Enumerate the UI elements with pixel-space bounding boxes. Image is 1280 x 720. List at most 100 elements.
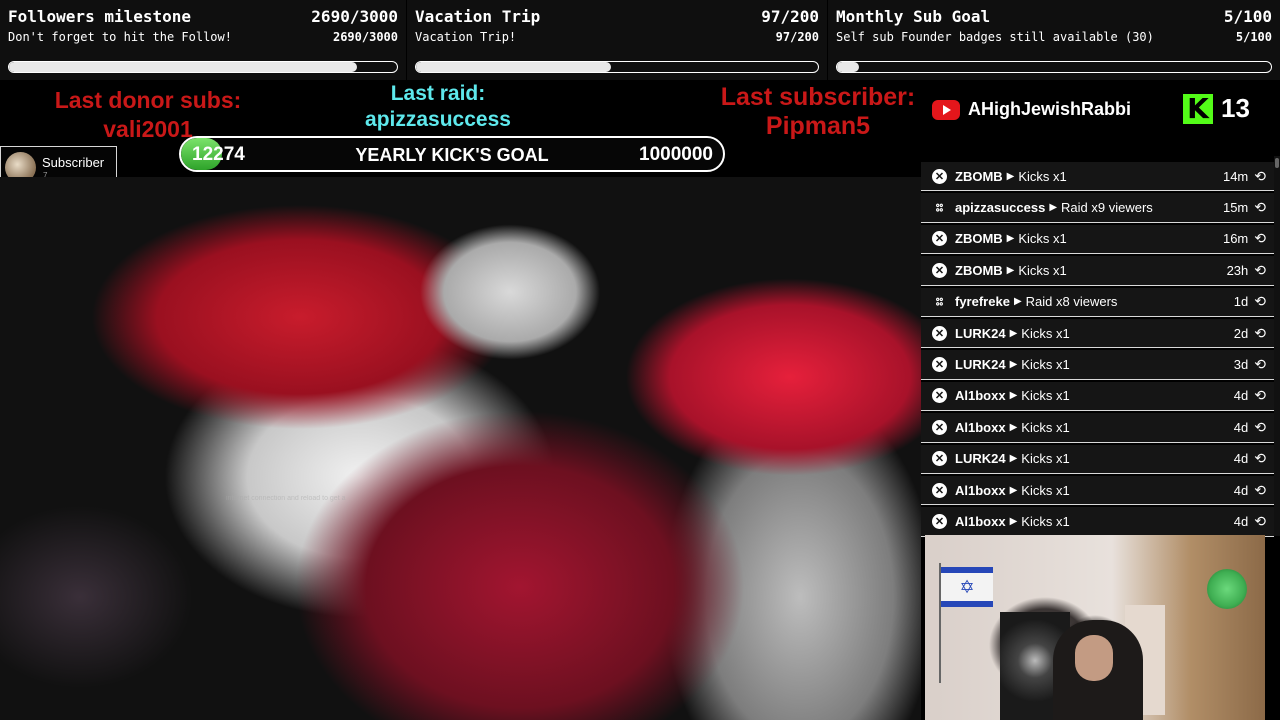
goal-vacation: Vacation Trip 97/200 Vacation Trip! 97/2… [407, 0, 827, 80]
event-action: Kicks x1 [1021, 325, 1070, 341]
goal-title: Followers milestone [8, 7, 192, 26]
replay-icon[interactable]: ⟲ [1254, 356, 1266, 373]
event-user: Al1boxx [955, 419, 1006, 435]
event-time: 2d [1233, 325, 1249, 341]
arrow-right-icon: ▶ [1006, 170, 1015, 182]
goal-subtitle: Don't forget to hit the Follow! [8, 30, 232, 44]
last-raid-name: apizzasuccess [365, 108, 511, 131]
goal-sub-count: 2690/3000 [332, 30, 398, 44]
arrow-right-icon: ▶ [1009, 484, 1018, 496]
event-action: Kicks x1 [1021, 357, 1070, 373]
arrow-right-icon: ▶ [1009, 453, 1018, 465]
kick-icon: ✕ [932, 231, 947, 247]
event-action: Kicks x1 [1021, 482, 1070, 498]
kick-icon: ✕ [932, 513, 947, 529]
event-time: 4d [1233, 513, 1249, 529]
event-user: LURK24 [955, 357, 1006, 373]
goal-progress-bar [8, 61, 398, 73]
arrow-right-icon: ▶ [1049, 202, 1058, 214]
webcam-feed: ✡ [925, 535, 1265, 720]
last-subscriber: Last subscriber: Pipman5 [698, 83, 938, 141]
arrow-right-icon: ▶ [1009, 359, 1018, 371]
goal-count: 2690/3000 [311, 7, 398, 26]
arrow-right-icon: ▶ [1006, 233, 1015, 245]
kick-counter: K 13 [1183, 93, 1250, 124]
kick-icon: ✕ [932, 262, 947, 278]
event-user: Al1boxx [955, 482, 1006, 498]
replay-icon[interactable]: ⟲ [1254, 262, 1266, 279]
event-user: LURK24 [955, 325, 1006, 341]
goal-sub-count: 5/100 [1235, 30, 1272, 44]
event-user: ZBOMB [955, 262, 1003, 278]
event-row: ⦂⦂ fyrefreke ▶ Raid x8 viewers 1d ⟲ [921, 287, 1274, 317]
event-row: ✕ LURK24 ▶ Kicks x1 3d ⟲ [921, 350, 1274, 380]
replay-icon[interactable]: ⟲ [1254, 199, 1266, 216]
kick-logo-icon: K [1183, 93, 1213, 124]
event-row: ✕ LURK24 ▶ Kicks x1 2d ⟲ [921, 318, 1274, 349]
yearly-kicks-goal: 12274 YEARLY KICK'S GOAL 1000000 [179, 136, 725, 172]
replay-icon[interactable]: ⟲ [1254, 293, 1266, 310]
event-row: ✕ ZBOMB ▶ Kicks x1 14m ⟲ [921, 162, 1274, 192]
event-time: 4d [1233, 419, 1249, 435]
subscriber-label: Subscriber [42, 155, 105, 170]
event-row: ✕ ZBOMB ▶ Kicks x1 23h ⟲ [921, 256, 1274, 286]
event-action: Kicks x1 [1021, 419, 1070, 435]
replay-icon[interactable]: ⟲ [1254, 450, 1266, 467]
streamer-face [1075, 635, 1113, 681]
kick-icon: ✕ [932, 451, 947, 467]
replay-icon[interactable]: ⟲ [1254, 387, 1266, 404]
last-subscriber-label: Last subscriber: [720, 83, 916, 111]
event-user: apizzasuccess [955, 200, 1046, 216]
event-time: 14m [1222, 168, 1249, 184]
event-action: Kicks x1 [1018, 168, 1067, 184]
kick-icon: ✕ [932, 168, 947, 184]
replay-icon[interactable]: ⟲ [1254, 513, 1266, 530]
event-row: ⦂⦂ apizzasuccess ▶ Raid x9 viewers 15m ⟲ [921, 193, 1274, 223]
replay-icon[interactable]: ⟲ [1254, 325, 1266, 342]
event-list-scrollbar[interactable] [1274, 156, 1280, 536]
event-user: ZBOMB [955, 168, 1003, 184]
arrow-right-icon: ▶ [1009, 515, 1018, 527]
event-row: ✕ ZBOMB ▶ Kicks x1 16m ⟲ [921, 224, 1274, 255]
event-user: LURK24 [955, 451, 1006, 467]
event-user: fyrefreke [955, 294, 1010, 310]
event-time: 23h [1226, 262, 1249, 278]
last-subscriber-name: Pipman5 [765, 112, 871, 140]
goal-progress-fill [9, 62, 358, 72]
replay-icon[interactable]: ⟲ [1254, 482, 1266, 499]
event-time: 4d [1233, 482, 1249, 498]
event-time: 4d [1233, 388, 1249, 404]
yearly-goal-target: 1000000 [639, 144, 713, 165]
scrollbar-thumb[interactable] [1275, 158, 1279, 168]
replay-icon[interactable]: ⟲ [1254, 230, 1266, 247]
event-action: Kicks x1 [1018, 262, 1067, 278]
last-raid: Last raid: apizzasuccess [328, 81, 548, 133]
replay-icon[interactable]: ⟲ [1254, 419, 1266, 436]
arrow-right-icon: ▶ [1009, 390, 1018, 402]
goal-progress-fill [416, 62, 611, 72]
goal-title: Monthly Sub Goal [836, 7, 991, 26]
stream-video[interactable]: internet connection and reload to get a [0, 177, 921, 720]
arrow-right-icon: ▶ [1013, 296, 1022, 308]
raid-icon: ⦂⦂ [935, 294, 944, 309]
goal-subtitle: Self sub Founder badges still available … [836, 30, 1154, 44]
event-action: Kicks x1 [1021, 388, 1070, 404]
event-user: Al1boxx [955, 388, 1006, 404]
event-row: ✕ LURK24 ▶ Kicks x1 4d ⟲ [921, 444, 1274, 474]
raid-icon: ⦂⦂ [935, 200, 944, 215]
event-row: ✕ Al1boxx ▶ Kicks x1 4d ⟲ [921, 507, 1274, 537]
event-time: 3d [1233, 357, 1249, 373]
kick-count-value: 13 [1221, 93, 1250, 123]
event-user: ZBOMB [955, 231, 1003, 247]
arrow-right-icon: ▶ [1009, 421, 1018, 433]
kick-icon: ✕ [932, 357, 947, 373]
goal-count: 5/100 [1223, 7, 1272, 26]
arrow-right-icon: ▶ [1009, 327, 1018, 339]
kick-icon: ✕ [932, 388, 947, 404]
event-user: Al1boxx [955, 513, 1006, 529]
goal-progress-bar [836, 61, 1272, 73]
youtube-channel-name: AHighJewishRabbi [968, 99, 1132, 119]
goal-followers: Followers milestone 2690/3000 Don't forg… [0, 0, 406, 80]
replay-icon[interactable]: ⟲ [1254, 168, 1266, 185]
kick-icon: ✕ [932, 325, 947, 341]
